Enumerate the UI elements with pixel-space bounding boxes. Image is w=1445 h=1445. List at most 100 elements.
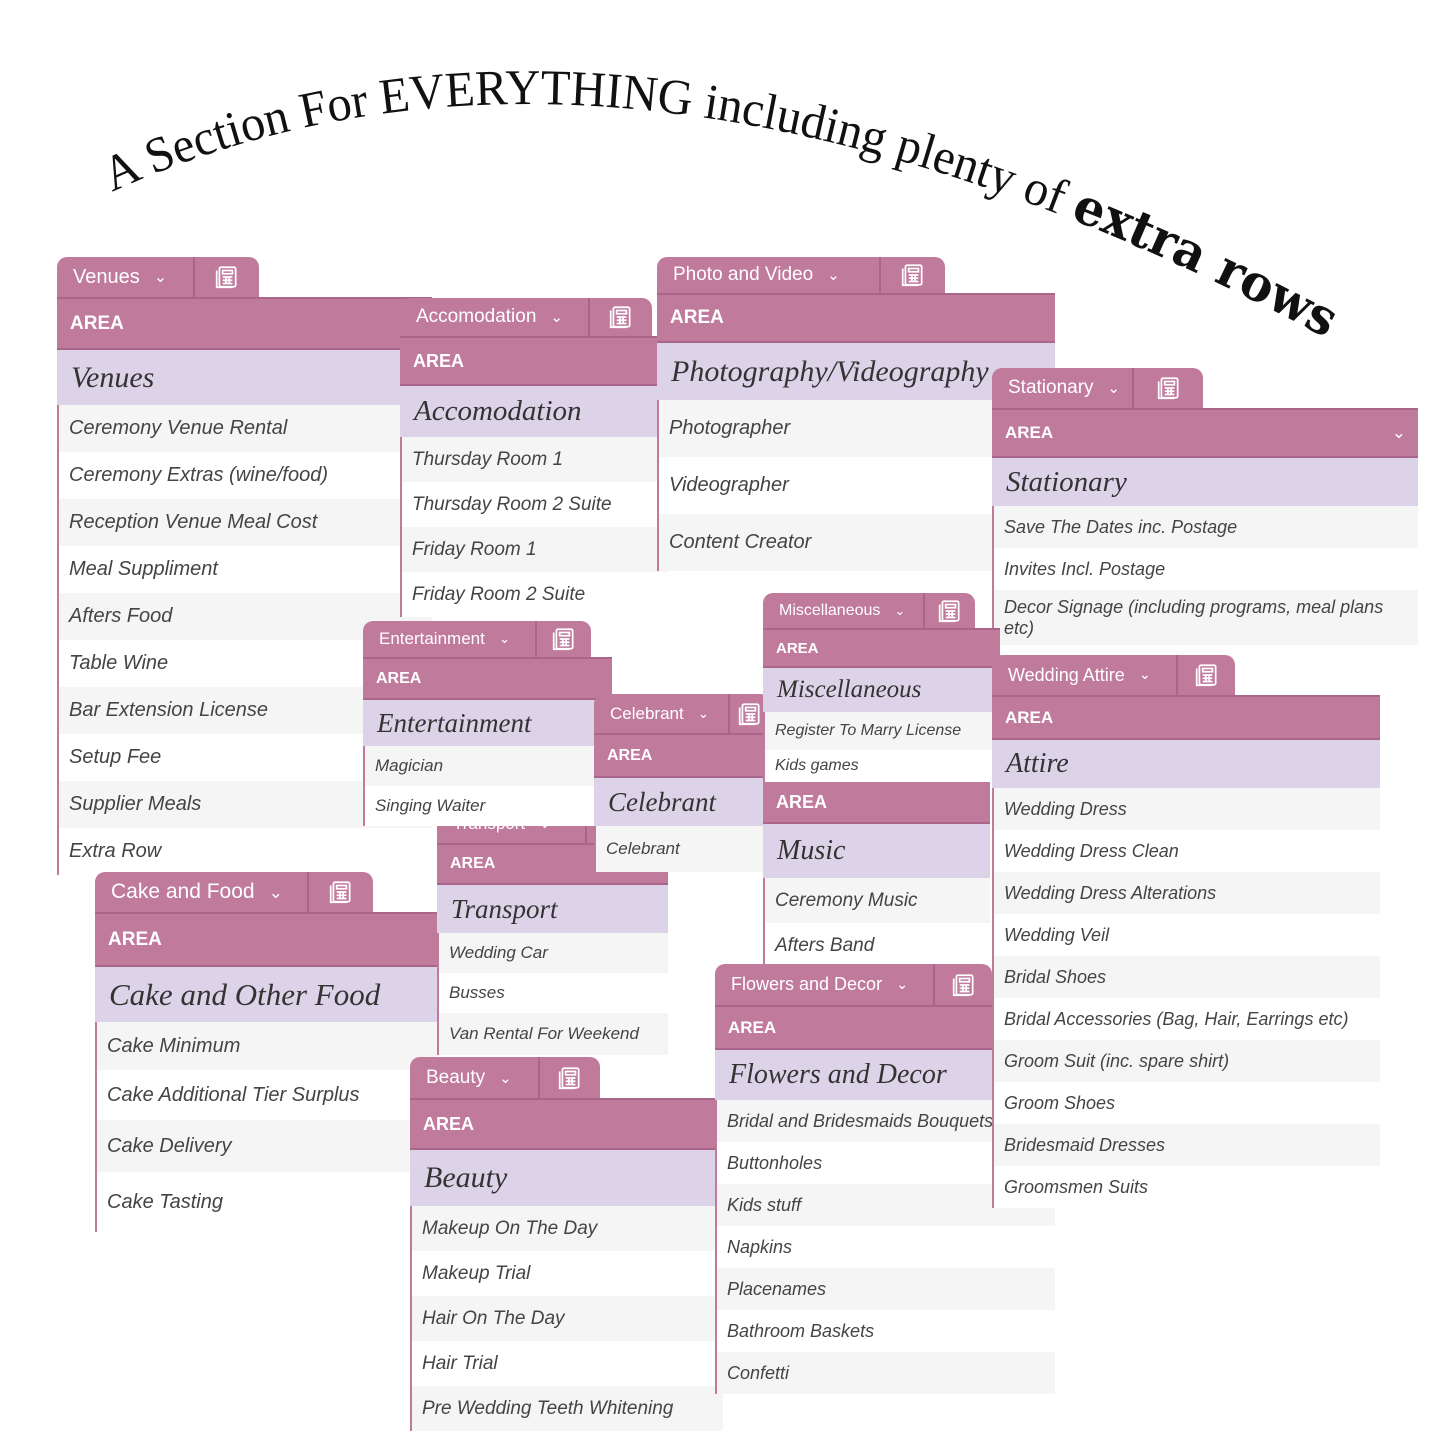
table-row[interactable]: Bridal Shoes: [992, 956, 1380, 998]
table-row[interactable]: Cake Delivery: [95, 1120, 437, 1172]
table-row[interactable]: Busses: [437, 973, 668, 1013]
tab-label-text: Accomodation: [416, 306, 537, 327]
chevron-down-icon: ⌄: [268, 882, 283, 902]
table-row[interactable]: Thursday Room 1: [400, 437, 668, 482]
area-header: AREA: [763, 780, 990, 824]
calculator-icon[interactable]: [925, 593, 975, 628]
calculator-icon[interactable]: [881, 257, 945, 293]
sheet-card: Wedding Attire ⌄ AREA Attire Wedding Dress We…: [992, 655, 1380, 1208]
table-row[interactable]: Ceremony Extras (wine/food): [57, 452, 432, 499]
table-row[interactable]: Napkins: [715, 1226, 1055, 1268]
card-border: [763, 712, 765, 782]
table-row[interactable]: Thursday Room 2 Suite: [400, 482, 668, 527]
table-row[interactable]: Ceremony Venue Rental: [57, 405, 432, 452]
sheet-tab[interactable]: Beauty ⌄: [410, 1057, 600, 1098]
calculator-icon[interactable]: [309, 872, 373, 912]
card-border: [363, 746, 365, 826]
tab-dropdown-button[interactable]: Celebrant ⌄: [594, 694, 730, 733]
calculator-icon[interactable]: [1134, 368, 1203, 408]
table-row[interactable]: Kids games: [763, 750, 1000, 782]
sheet-tab[interactable]: Flowers and Decor ⌄: [715, 964, 992, 1005]
chevron-down-icon: ⌄: [896, 976, 909, 993]
table-row[interactable]: Wedding Car: [437, 933, 668, 973]
tab-label-text: Flowers and Decor: [731, 974, 883, 994]
tab-dropdown-button[interactable]: Wedding Attire ⌄: [992, 655, 1178, 695]
tab-dropdown-button[interactable]: Flowers and Decor ⌄: [715, 964, 935, 1005]
chevron-down-icon[interactable]: ⌄: [1392, 423, 1406, 443]
table-row[interactable]: Decor Signage (including programs, meal …: [992, 590, 1418, 645]
calculator-icon[interactable]: [1178, 655, 1235, 695]
table-row[interactable]: Pre Wedding Teeth Whitening: [410, 1386, 723, 1431]
area-header: AREA: [763, 628, 1000, 668]
tab-dropdown-button[interactable]: Beauty ⌄: [410, 1057, 540, 1098]
table-row[interactable]: Van Rental For Weekend: [437, 1013, 668, 1055]
table-row[interactable]: Confetti: [715, 1352, 1055, 1394]
tab-dropdown-button[interactable]: Venues ⌄: [57, 257, 195, 297]
calculator-icon[interactable]: [935, 964, 992, 1005]
sheet-card: Cake and Food ⌄ AREA Cake and Other Food Cak…: [95, 872, 437, 1232]
card-border: [763, 878, 765, 968]
card-border: [594, 826, 596, 872]
sheet-tab[interactable]: Venues ⌄: [57, 257, 259, 297]
table-row[interactable]: Save The Dates inc. Postage: [992, 506, 1418, 548]
tab-dropdown-button[interactable]: Entertainment ⌄: [363, 621, 537, 657]
chevron-down-icon: ⌄: [550, 309, 564, 326]
table-row[interactable]: Wedding Dress: [992, 788, 1380, 830]
table-row[interactable]: Wedding Dress Alterations: [992, 872, 1380, 914]
sheet-tab[interactable]: Photo and Video ⌄: [657, 257, 945, 293]
table-row[interactable]: Reception Venue Meal Cost: [57, 499, 432, 546]
table-row[interactable]: Ceremony Music: [763, 878, 990, 923]
calculator-icon[interactable]: [590, 298, 652, 336]
sheet-tab[interactable]: Celebrant ⌄: [594, 694, 770, 733]
tab-label-text: Wedding Attire: [1008, 664, 1125, 685]
tab-label-text: Celebrant: [610, 703, 684, 723]
table-row[interactable]: Groom Shoes: [992, 1082, 1380, 1124]
table-row[interactable]: Singing Waiter: [363, 786, 612, 826]
area-label: AREA: [376, 669, 422, 687]
table-row[interactable]: Placenames: [715, 1268, 1055, 1310]
sheet-tab[interactable]: Entertainment ⌄: [363, 621, 591, 657]
chevron-down-icon: ⌄: [1138, 667, 1151, 683]
sheet-tab[interactable]: Miscellaneous ⌄: [763, 593, 975, 628]
area-header: AREA: [992, 695, 1380, 740]
table-row[interactable]: Wedding Dress Clean: [992, 830, 1380, 872]
area-label: AREA: [728, 1017, 777, 1037]
table-row[interactable]: Groomsmen Suits: [992, 1166, 1380, 1208]
tab-label-text: Photo and Video: [673, 264, 814, 285]
sheet-tab[interactable]: Accomodation ⌄: [400, 298, 652, 336]
table-row[interactable]: Magician: [363, 746, 612, 786]
card-border: [657, 400, 659, 571]
table-row[interactable]: Afters Band: [763, 923, 990, 968]
table-row[interactable]: Hair On The Day: [410, 1296, 723, 1341]
sheet-tab[interactable]: Stationary ⌄: [992, 368, 1203, 408]
sheet-tab[interactable]: Wedding Attire ⌄: [992, 655, 1235, 695]
tab-dropdown-button[interactable]: Stationary ⌄: [992, 368, 1134, 408]
table-row[interactable]: Bathroom Baskets: [715, 1310, 1055, 1352]
sheet-tab[interactable]: Cake and Food ⌄: [95, 872, 373, 912]
tab-dropdown-button[interactable]: Miscellaneous ⌄: [763, 593, 925, 628]
section-title: Transport: [437, 885, 668, 933]
table-row[interactable]: Friday Room 1: [400, 527, 668, 572]
table-row[interactable]: Bridesmaid Dresses: [992, 1124, 1380, 1166]
tab-dropdown-button[interactable]: Accomodation ⌄: [400, 298, 590, 336]
table-row[interactable]: Invites Incl. Postage: [992, 548, 1418, 590]
calculator-icon[interactable]: [540, 1057, 600, 1098]
table-row[interactable]: Register To Marry License: [763, 712, 1000, 750]
table-row[interactable]: Wedding Veil: [992, 914, 1380, 956]
table-row[interactable]: Groom Suit (inc. spare shirt): [992, 1040, 1380, 1082]
table-row[interactable]: Meal Suppliment: [57, 546, 432, 593]
table-row[interactable]: Cake Additional Tier Surplus: [95, 1070, 437, 1120]
table-row[interactable]: Makeup On The Day: [410, 1206, 723, 1251]
calculator-icon[interactable]: [195, 257, 259, 297]
table-row[interactable]: Cake Minimum: [95, 1022, 437, 1070]
table-row[interactable]: Cake Tasting: [95, 1172, 437, 1232]
table-row[interactable]: Makeup Trial: [410, 1251, 723, 1296]
tab-dropdown-button[interactable]: Photo and Video ⌄: [657, 257, 881, 293]
table-row[interactable]: Friday Room 2 Suite: [400, 572, 668, 617]
table-row[interactable]: Extra Row: [57, 828, 432, 875]
table-row[interactable]: Bridal Accessories (Bag, Hair, Earrings …: [992, 998, 1380, 1040]
table-row[interactable]: Hair Trial: [410, 1341, 723, 1386]
tab-dropdown-button[interactable]: Cake and Food ⌄: [95, 872, 309, 912]
sheet-card: Entertainment ⌄ AREA Entertainment Magician S…: [363, 621, 612, 826]
calculator-icon[interactable]: [537, 621, 591, 657]
